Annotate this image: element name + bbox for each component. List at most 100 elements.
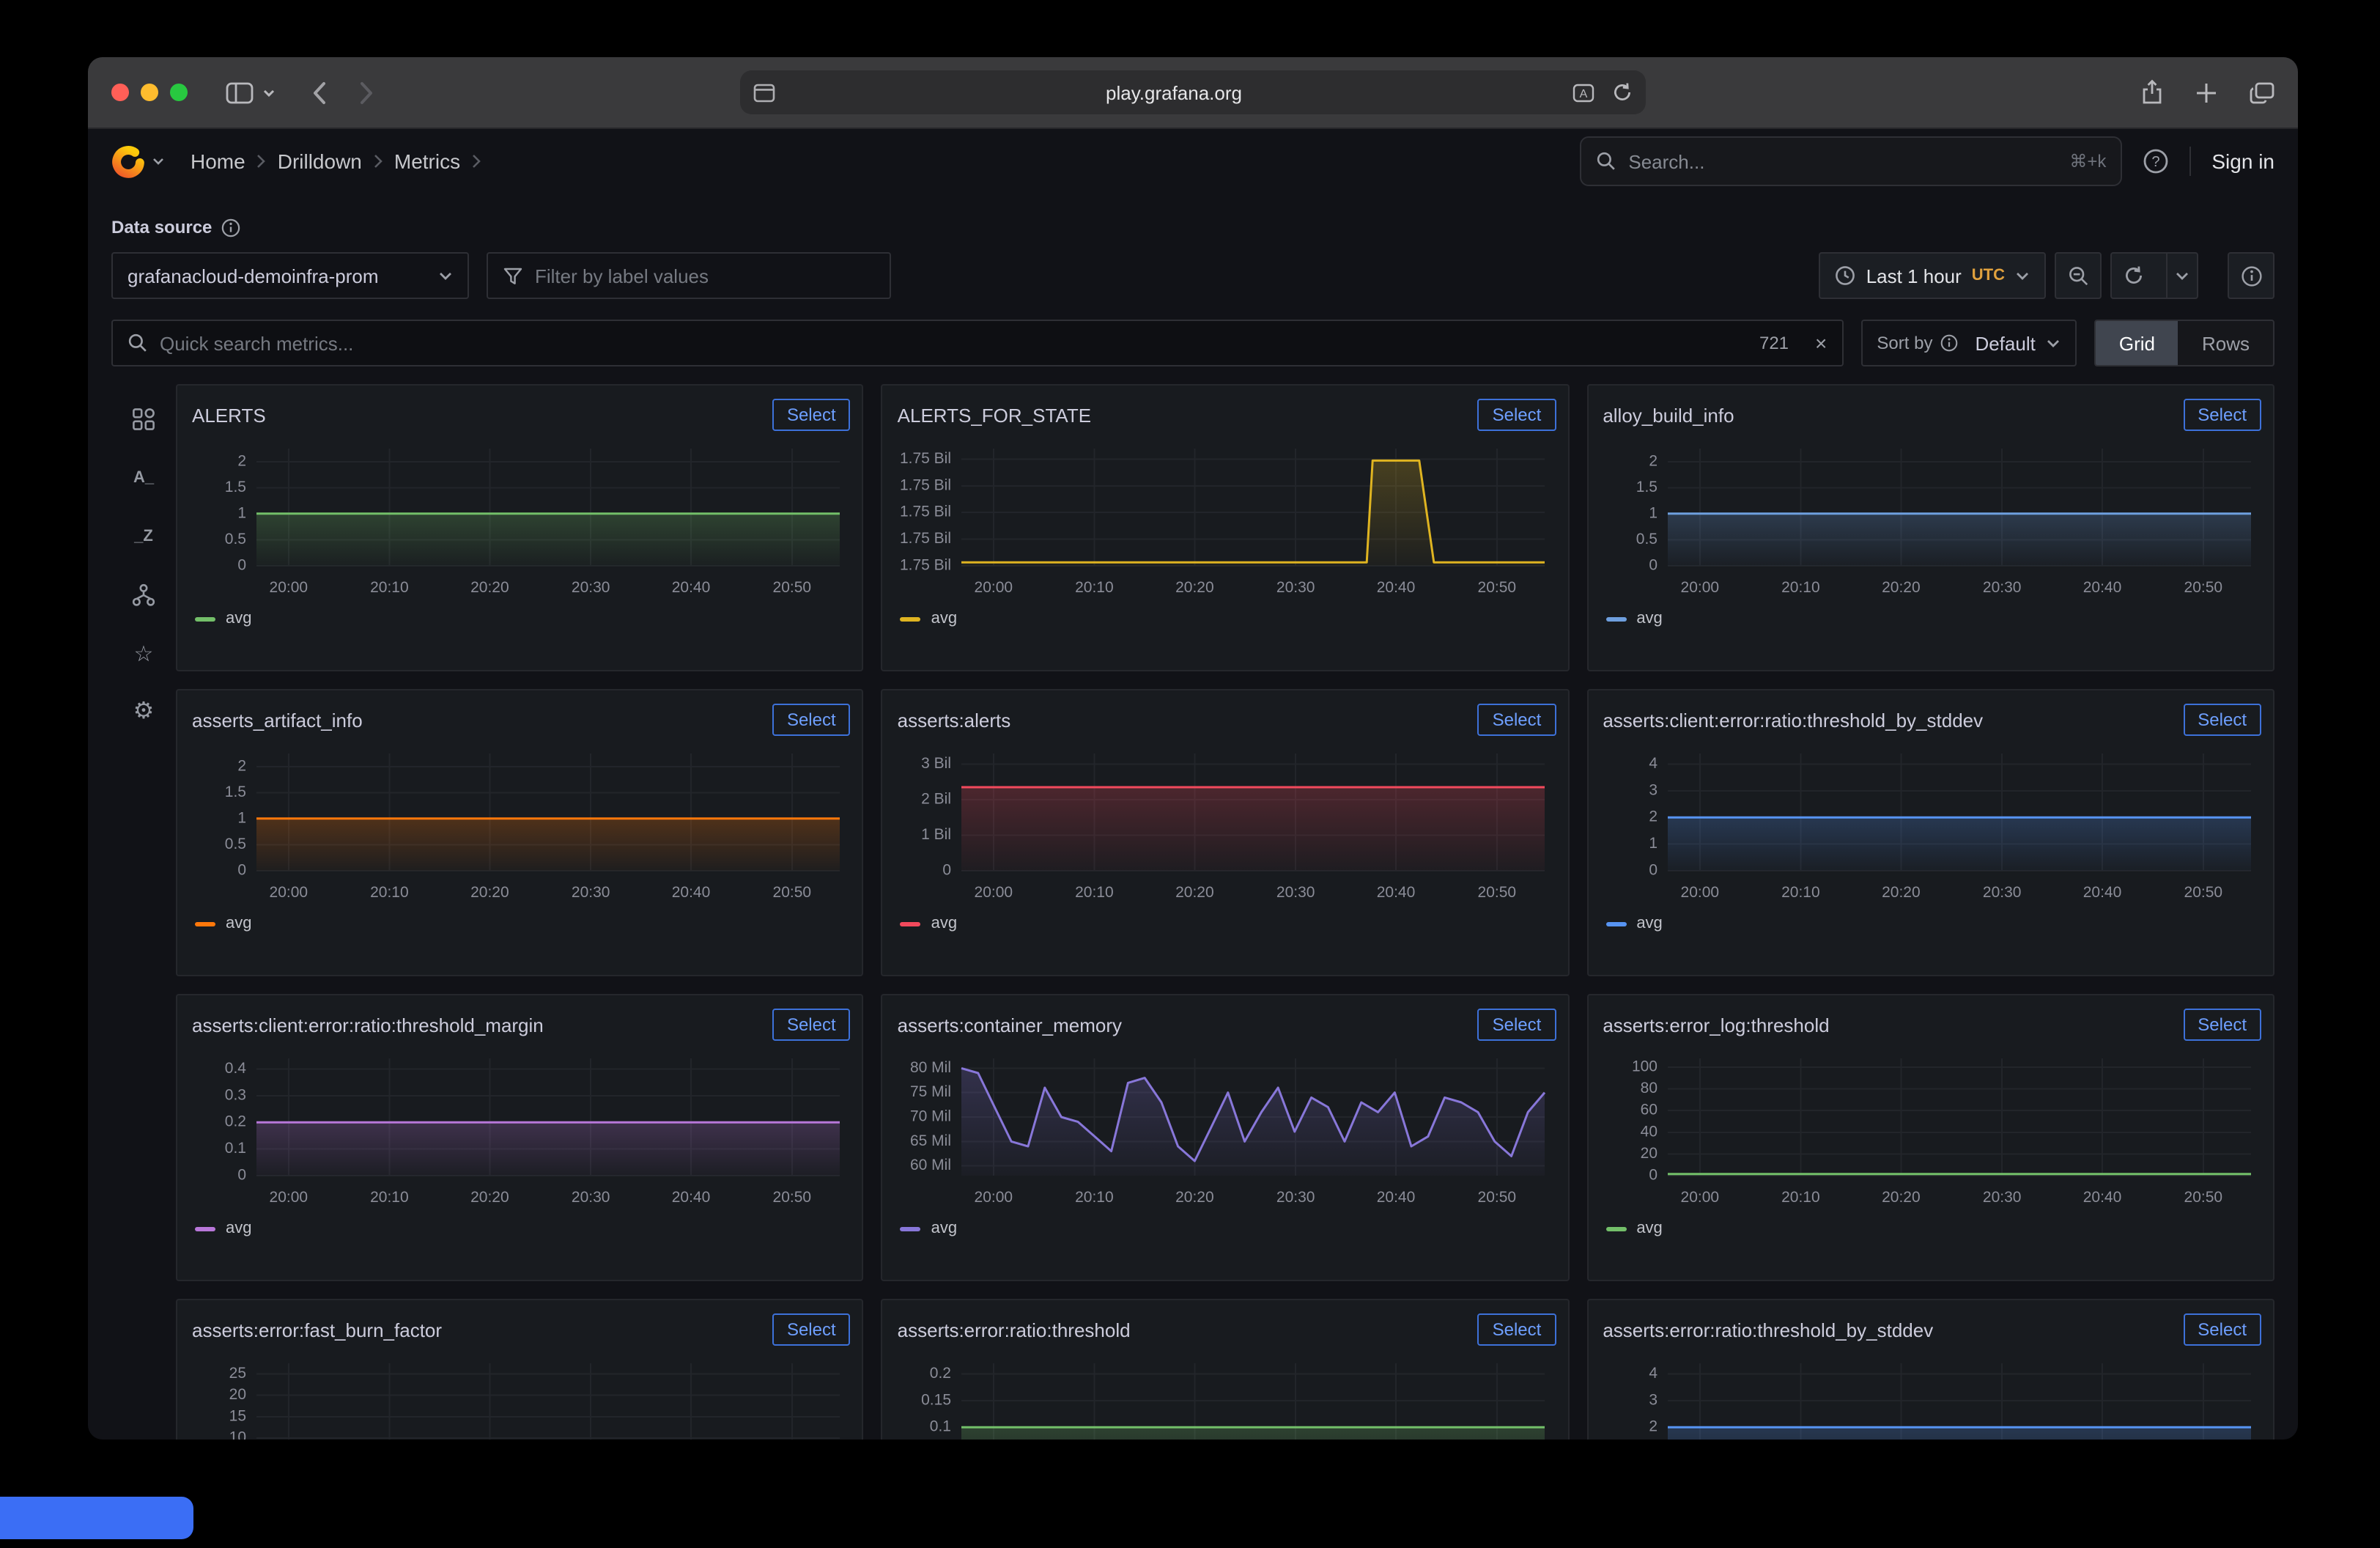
timeseries-chart: 00.050.10.150.220:0020:1020:2020:3020:40…	[892, 1354, 1554, 1440]
legend-series-label[interactable]: avg	[931, 1220, 958, 1237]
overview-grid-button[interactable]	[120, 396, 167, 443]
svg-text:10: 10	[229, 1429, 246, 1440]
select-button[interactable]: Select	[1478, 704, 1556, 736]
select-button[interactable]: Select	[2183, 1313, 2261, 1346]
metric-title: asserts:client:error:ratio:threshold_by_…	[1603, 709, 1983, 731]
translate-icon[interactable]: A	[1572, 83, 1594, 102]
datasource-value: grafanacloud-demoinfra-prom	[128, 265, 426, 287]
close-window-button[interactable]	[111, 84, 129, 101]
svg-text:0.1: 0.1	[225, 1140, 246, 1157]
svg-text:20:10: 20:10	[1076, 884, 1115, 901]
svg-text:20:40: 20:40	[672, 884, 711, 901]
datasource-picker[interactable]: grafanacloud-demoinfra-prom	[111, 252, 469, 299]
sidebar-toggle-icon[interactable]	[226, 81, 254, 103]
svg-text:1.75 Bil: 1.75 Bil	[901, 450, 952, 467]
legend-series-label[interactable]: avg	[1636, 610, 1663, 627]
sort-value: Default	[1975, 332, 2035, 354]
label-filter-input[interactable]: Filter by label values	[487, 252, 891, 299]
sort-az-button[interactable]: A_	[120, 454, 167, 501]
zoom-window-button[interactable]	[170, 84, 188, 101]
svg-text:20:10: 20:10	[1781, 884, 1819, 901]
svg-text:20:50: 20:50	[773, 884, 812, 901]
breadcrumb-drilldown[interactable]: Drilldown	[278, 150, 362, 173]
sort-za-button[interactable]: _Z	[120, 513, 167, 560]
select-button[interactable]: Select	[2183, 1009, 2261, 1041]
page-icon[interactable]	[753, 83, 775, 102]
svg-text:20:30: 20:30	[1982, 884, 2021, 901]
refresh-interval-dropdown[interactable]	[2166, 254, 2197, 298]
zoom-out-button[interactable]	[2055, 252, 2102, 299]
legend-series-label[interactable]: avg	[226, 915, 252, 932]
select-button[interactable]: Select	[772, 399, 851, 431]
select-button[interactable]: Select	[772, 704, 851, 736]
global-search-placeholder: Search...	[1628, 150, 2058, 172]
svg-text:2: 2	[1649, 452, 1658, 469]
breadcrumb-metrics[interactable]: Metrics	[394, 150, 460, 173]
time-range-picker[interactable]: Last 1 hour UTC	[1819, 252, 2046, 299]
svg-text:20:30: 20:30	[572, 579, 610, 596]
info-icon[interactable]	[1940, 334, 1957, 352]
svg-text:2: 2	[1649, 1418, 1658, 1435]
svg-text:0: 0	[943, 862, 952, 879]
legend-series-label[interactable]: avg	[931, 610, 958, 627]
legend-series-label[interactable]: avg	[1636, 1220, 1663, 1237]
global-search-input[interactable]: Search... ⌘+k	[1580, 136, 2122, 186]
svg-text:20:50: 20:50	[2184, 884, 2222, 901]
info-circle-icon	[2240, 265, 2262, 287]
view-grid-button[interactable]: Grid	[2096, 321, 2178, 365]
minimize-window-button[interactable]	[141, 84, 158, 101]
legend-series-label[interactable]: avg	[931, 915, 958, 932]
svg-text:2: 2	[1649, 808, 1658, 825]
metric-title: asserts:error:ratio:threshold	[898, 1319, 1131, 1341]
svg-text:?: ?	[2152, 154, 2160, 170]
url-field[interactable]: play.grafana.org A	[740, 70, 1646, 114]
sign-in-button[interactable]: Sign in	[2211, 150, 2274, 173]
settings-button[interactable]: ⚙	[120, 689, 167, 736]
svg-text:4: 4	[1649, 755, 1658, 772]
svg-text:20:20: 20:20	[1881, 579, 1920, 596]
forward-button[interactable]	[359, 80, 375, 105]
metric-panel: asserts:error_log:threshold Select 02040…	[1586, 994, 2274, 1281]
grafana-logo-button[interactable]	[111, 144, 164, 178]
share-icon[interactable]	[2141, 79, 2163, 106]
svg-text:20:30: 20:30	[572, 1189, 610, 1206]
chevron-down-icon[interactable]	[262, 87, 276, 97]
metric-title: asserts:alerts	[898, 709, 1011, 731]
quick-search-input[interactable]: Quick search metrics... 721 ×	[111, 320, 1843, 366]
back-button[interactable]	[311, 80, 327, 105]
legend: avg	[177, 604, 862, 633]
chart-area: 60 Mil65 Mil70 Mil75 Mil80 Mil20:0020:10…	[892, 1050, 1559, 1214]
info-icon[interactable]	[221, 218, 240, 237]
select-button[interactable]: Select	[2183, 704, 2261, 736]
svg-text:40: 40	[1640, 1123, 1657, 1140]
refresh-button[interactable]	[2112, 254, 2156, 298]
tab-overview-icon[interactable]	[2250, 81, 2274, 103]
page-content: Data source grafanacloud-demoinfra-prom …	[88, 194, 2298, 1440]
reload-icon[interactable]	[1612, 82, 1633, 103]
svg-text:20:50: 20:50	[2184, 579, 2222, 596]
window-controls	[111, 84, 188, 101]
select-button[interactable]: Select	[772, 1009, 851, 1041]
legend-series-label[interactable]: avg	[226, 1220, 252, 1237]
funnel-icon	[503, 266, 523, 285]
favorites-button[interactable]: ☆	[120, 630, 167, 677]
metric-title: ALERTS	[192, 404, 266, 426]
legend-series-label[interactable]: avg	[1636, 915, 1663, 932]
select-button[interactable]: Select	[2183, 399, 2261, 431]
breadcrumb-home[interactable]: Home	[191, 150, 245, 173]
select-button[interactable]: Select	[1478, 1313, 1556, 1346]
new-tab-icon[interactable]	[2195, 81, 2217, 103]
group-button[interactable]	[120, 572, 167, 619]
info-button[interactable]	[2228, 252, 2274, 299]
view-rows-button[interactable]: Rows	[2178, 321, 2273, 365]
select-button[interactable]: Select	[1478, 1009, 1556, 1041]
legend-series-label[interactable]: avg	[226, 610, 252, 627]
clear-search-icon[interactable]: ×	[1815, 331, 1827, 355]
select-button[interactable]: Select	[1478, 399, 1556, 431]
svg-text:20:40: 20:40	[672, 1189, 711, 1206]
help-button[interactable]: ?	[2143, 148, 2169, 174]
select-button[interactable]: Select	[772, 1313, 851, 1346]
timeseries-chart: 00.10.20.30.420:0020:1020:2020:3020:4020…	[186, 1050, 849, 1214]
sort-control[interactable]: Sort by Default	[1860, 320, 2076, 366]
metric-panel: alloy_build_info Select 00.511.5220:0020…	[1586, 384, 2274, 671]
